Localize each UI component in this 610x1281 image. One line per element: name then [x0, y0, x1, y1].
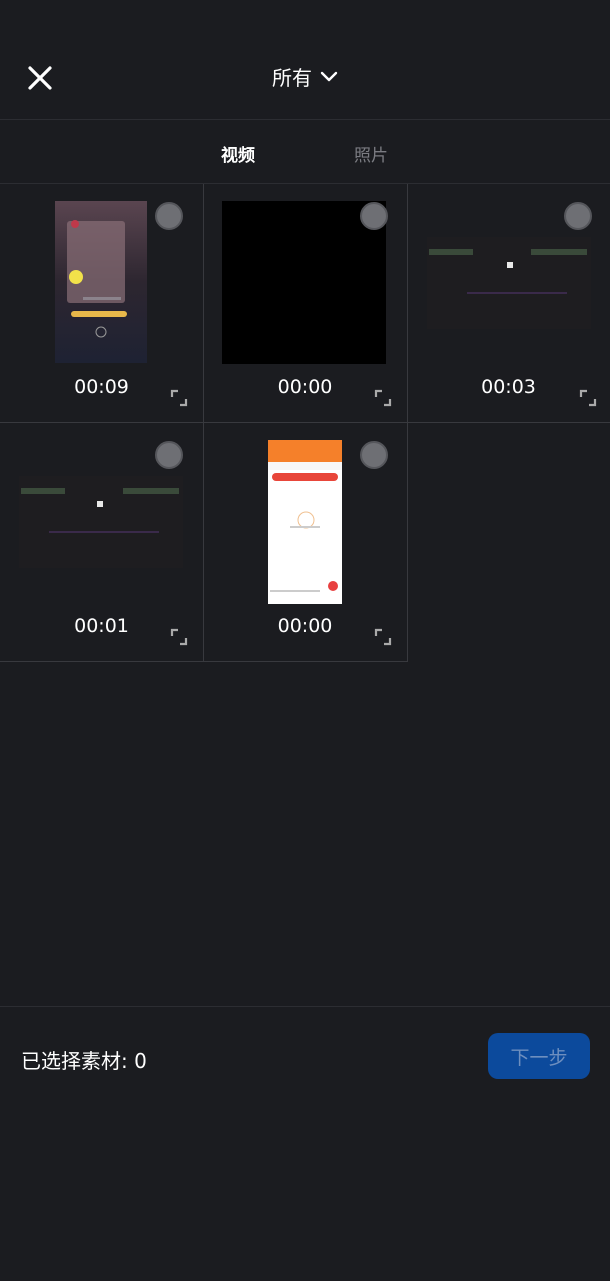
- media-item[interactable]: 00:00: [203, 423, 408, 662]
- media-item[interactable]: 00:01: [0, 423, 204, 662]
- media-item[interactable]: 00:03: [407, 184, 610, 423]
- next-button[interactable]: 下一步: [488, 1033, 590, 1079]
- tab-video[interactable]: 视频: [221, 141, 255, 166]
- expand-icon[interactable]: [374, 628, 392, 646]
- expand-icon[interactable]: [170, 389, 188, 407]
- chevron-down-icon: [320, 71, 338, 81]
- tab-photo[interactable]: 照片: [354, 141, 388, 166]
- video-thumbnail: [268, 440, 342, 604]
- select-circle[interactable]: [155, 441, 183, 469]
- video-thumbnail: [19, 476, 183, 568]
- album-selector[interactable]: 所有: [0, 62, 610, 91]
- media-type-tabs: 视频 照片: [0, 120, 610, 184]
- video-thumbnail: [55, 201, 147, 363]
- video-thumbnail: [427, 237, 591, 329]
- video-thumbnail: [222, 201, 386, 364]
- expand-icon[interactable]: [170, 628, 188, 646]
- album-label: 所有: [272, 66, 312, 90]
- expand-icon[interactable]: [579, 389, 597, 407]
- media-item[interactable]: 00:00: [203, 184, 408, 423]
- footer-bar: 已选择素材: 0 下一步: [0, 1006, 610, 1281]
- select-circle[interactable]: [360, 202, 388, 230]
- selected-count-label: 已选择素材: 0: [21, 1049, 147, 1073]
- expand-icon[interactable]: [374, 389, 392, 407]
- select-circle[interactable]: [155, 202, 183, 230]
- select-circle[interactable]: [360, 441, 388, 469]
- header: 所有: [0, 0, 610, 120]
- select-circle[interactable]: [564, 202, 592, 230]
- media-item[interactable]: 00:09: [0, 184, 204, 423]
